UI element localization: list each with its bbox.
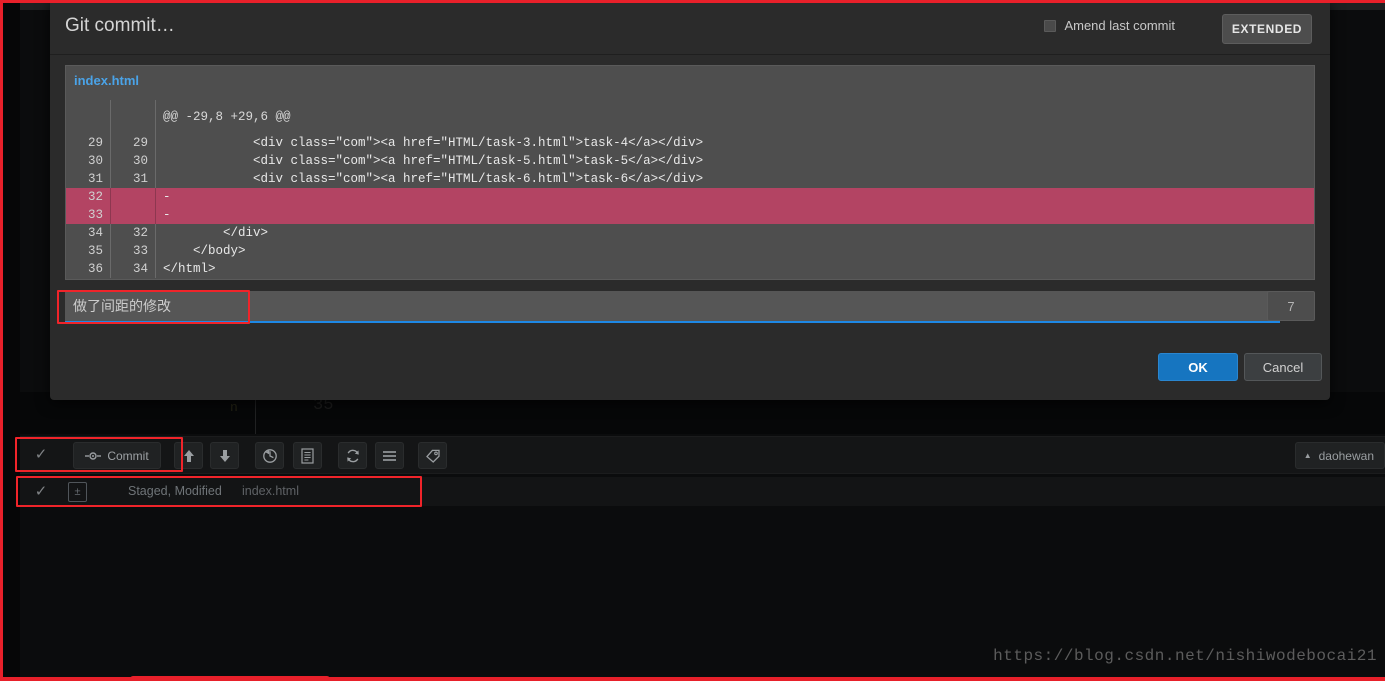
diff-gutter-divider — [155, 170, 156, 188]
dialog-footer: OK Cancel — [50, 340, 1330, 400]
diff-row-ctx: 36 34 </html> — [66, 260, 1314, 278]
diff-filename: index.html — [74, 73, 140, 88]
diff-line-text: @@ -29,8 +29,6 @@ — [163, 110, 291, 124]
revert-clock-icon — [262, 448, 277, 463]
changed-file-row[interactable]: ✓ ± Staged, Modified index.html — [20, 477, 1385, 506]
diff-old-lineno: 36 — [87, 262, 103, 276]
diff-line-text: <div class="com"><a href="HTML/task-3.ht… — [163, 136, 704, 150]
extended-button[interactable]: EXTENDED — [1222, 14, 1312, 44]
checkbox-box-icon[interactable] — [1044, 19, 1057, 32]
commit-message-input[interactable] — [65, 291, 1280, 323]
commit-button-label: Commit — [107, 448, 149, 463]
file-row-checkbox[interactable]: ✓ — [32, 483, 50, 501]
tag-icon — [425, 449, 440, 463]
diff-line-text: </div> — [163, 226, 269, 240]
ok-button[interactable]: OK — [1158, 353, 1238, 381]
diff-gutter-divider — [110, 100, 111, 134]
commit-button[interactable]: Commit — [73, 442, 161, 469]
diff-line-text: - — [163, 190, 171, 204]
diff-new-lineno: 30 — [132, 154, 148, 168]
diff-row-ctx: 29 29 <div class="com"><a href="HTML/task… — [66, 134, 1314, 152]
diff-old-lineno: 29 — [87, 136, 103, 150]
diff-row-ctx: 34 32 </div> — [66, 224, 1314, 242]
diff-line-text: - — [163, 208, 171, 222]
diff-gutter-divider — [155, 188, 156, 206]
diff-row-ctx: 35 33 </body> — [66, 242, 1314, 260]
diff-new-lineno: 33 — [132, 244, 148, 258]
document-icon — [301, 447, 314, 464]
tag-button[interactable] — [418, 442, 447, 469]
cancel-button[interactable]: Cancel — [1244, 353, 1322, 381]
annotation-border-left — [0, 0, 3, 681]
dialog-header: Git commit… Amend last commit EXTENDED — [50, 0, 1330, 55]
commit-message-counter: 7 — [1267, 291, 1315, 321]
select-all-checkbox[interactable]: ✓ — [32, 446, 50, 464]
diff-new-lineno: 31 — [132, 172, 148, 186]
diff-line-text: </html> — [163, 262, 216, 276]
branch-label: daohewan — [1318, 448, 1374, 463]
diff-gutter-divider — [110, 188, 111, 206]
pull-button[interactable] — [210, 442, 239, 469]
screen-root: n 35 Git commit… Amend last commit EXTEN… — [0, 0, 1385, 681]
hamburger-menu-icon — [383, 450, 396, 461]
diff-gutter-divider — [155, 224, 156, 242]
diff-row-hunk: @@ -29,8 +29,6 @@ — [66, 100, 1314, 134]
dialog-title: Git commit… — [65, 15, 175, 36]
diff-gutter-divider — [155, 206, 156, 224]
diff-new-lineno: 34 — [132, 262, 148, 276]
diff-old-lineno: 32 — [87, 190, 103, 204]
diff-gutter-divider — [155, 100, 156, 134]
branch-selector[interactable]: ▲ daohewan — [1294, 442, 1385, 469]
diff-gutter-divider — [155, 242, 156, 260]
diff-rows-container: @@ -29,8 +29,6 @@ 29 29 <div class="com"><… — [66, 100, 1314, 279]
refresh-button[interactable] — [338, 442, 367, 469]
show-diff-button[interactable] — [293, 442, 322, 469]
annotation-border-top — [0, 0, 1385, 3]
diff-row-del: 32 - — [66, 188, 1314, 206]
commit-node-icon — [85, 451, 102, 460]
diff-new-lineno: 32 — [132, 226, 148, 240]
chevron-up-icon: ▲ — [1303, 451, 1312, 460]
more-menu-button[interactable] — [375, 442, 404, 469]
diff-gutter-divider — [155, 134, 156, 152]
amend-last-commit-checkbox[interactable]: Amend last commit — [1044, 18, 1175, 33]
diff-line-text: <div class="com"><a href="HTML/task-6.ht… — [163, 172, 704, 186]
file-name-label: index.html — [242, 484, 299, 498]
diff-row-ctx: 31 31 <div class="com"><a href="HTML/task… — [66, 170, 1314, 188]
refresh-icon — [346, 449, 359, 462]
diff-old-lineno: 33 — [87, 208, 103, 222]
diff-gutter-divider — [155, 260, 156, 278]
diff-gutter-divider — [110, 206, 111, 224]
diff-viewer[interactable]: index.html @@ -29,8 +29,6 @@ 29 29 <div cl… — [65, 65, 1315, 280]
vcs-toolbar: ✓ Commit ▲ daohewan — [20, 436, 1385, 474]
revert-button[interactable] — [255, 442, 284, 469]
diff-line-text: <div class="com"><a href="HTML/task-5.ht… — [163, 154, 704, 168]
amend-last-commit-label: Amend last commit — [1064, 18, 1175, 33]
ide-left-rail — [0, 0, 20, 681]
diff-old-lineno: 30 — [87, 154, 103, 168]
bg-code-fragment-1: n — [230, 400, 238, 415]
diff-row-del: 33 - — [66, 206, 1314, 224]
git-commit-dialog: Git commit… Amend last commit EXTENDED i… — [50, 0, 1330, 400]
annotation-marker-blob — [130, 676, 330, 681]
diff-old-lineno: 31 — [87, 172, 103, 186]
watermark-url: https://blog.csdn.net/nishiwodebocai21 — [993, 647, 1377, 665]
diff-line-text: </body> — [163, 244, 246, 258]
commit-message-area: 7 — [65, 291, 1315, 323]
arrow-down-icon — [219, 449, 230, 462]
arrow-up-icon — [183, 449, 194, 462]
modified-file-icon: ± — [68, 482, 87, 502]
diff-row-ctx: 30 30 <div class="com"><a href="HTML/task… — [66, 152, 1314, 170]
diff-gutter-divider — [155, 152, 156, 170]
diff-old-lineno: 35 — [87, 244, 103, 258]
diff-new-lineno: 29 — [132, 136, 148, 150]
file-status-label: Staged, Modified — [128, 484, 222, 498]
push-button[interactable] — [174, 442, 203, 469]
diff-old-lineno: 34 — [87, 226, 103, 240]
